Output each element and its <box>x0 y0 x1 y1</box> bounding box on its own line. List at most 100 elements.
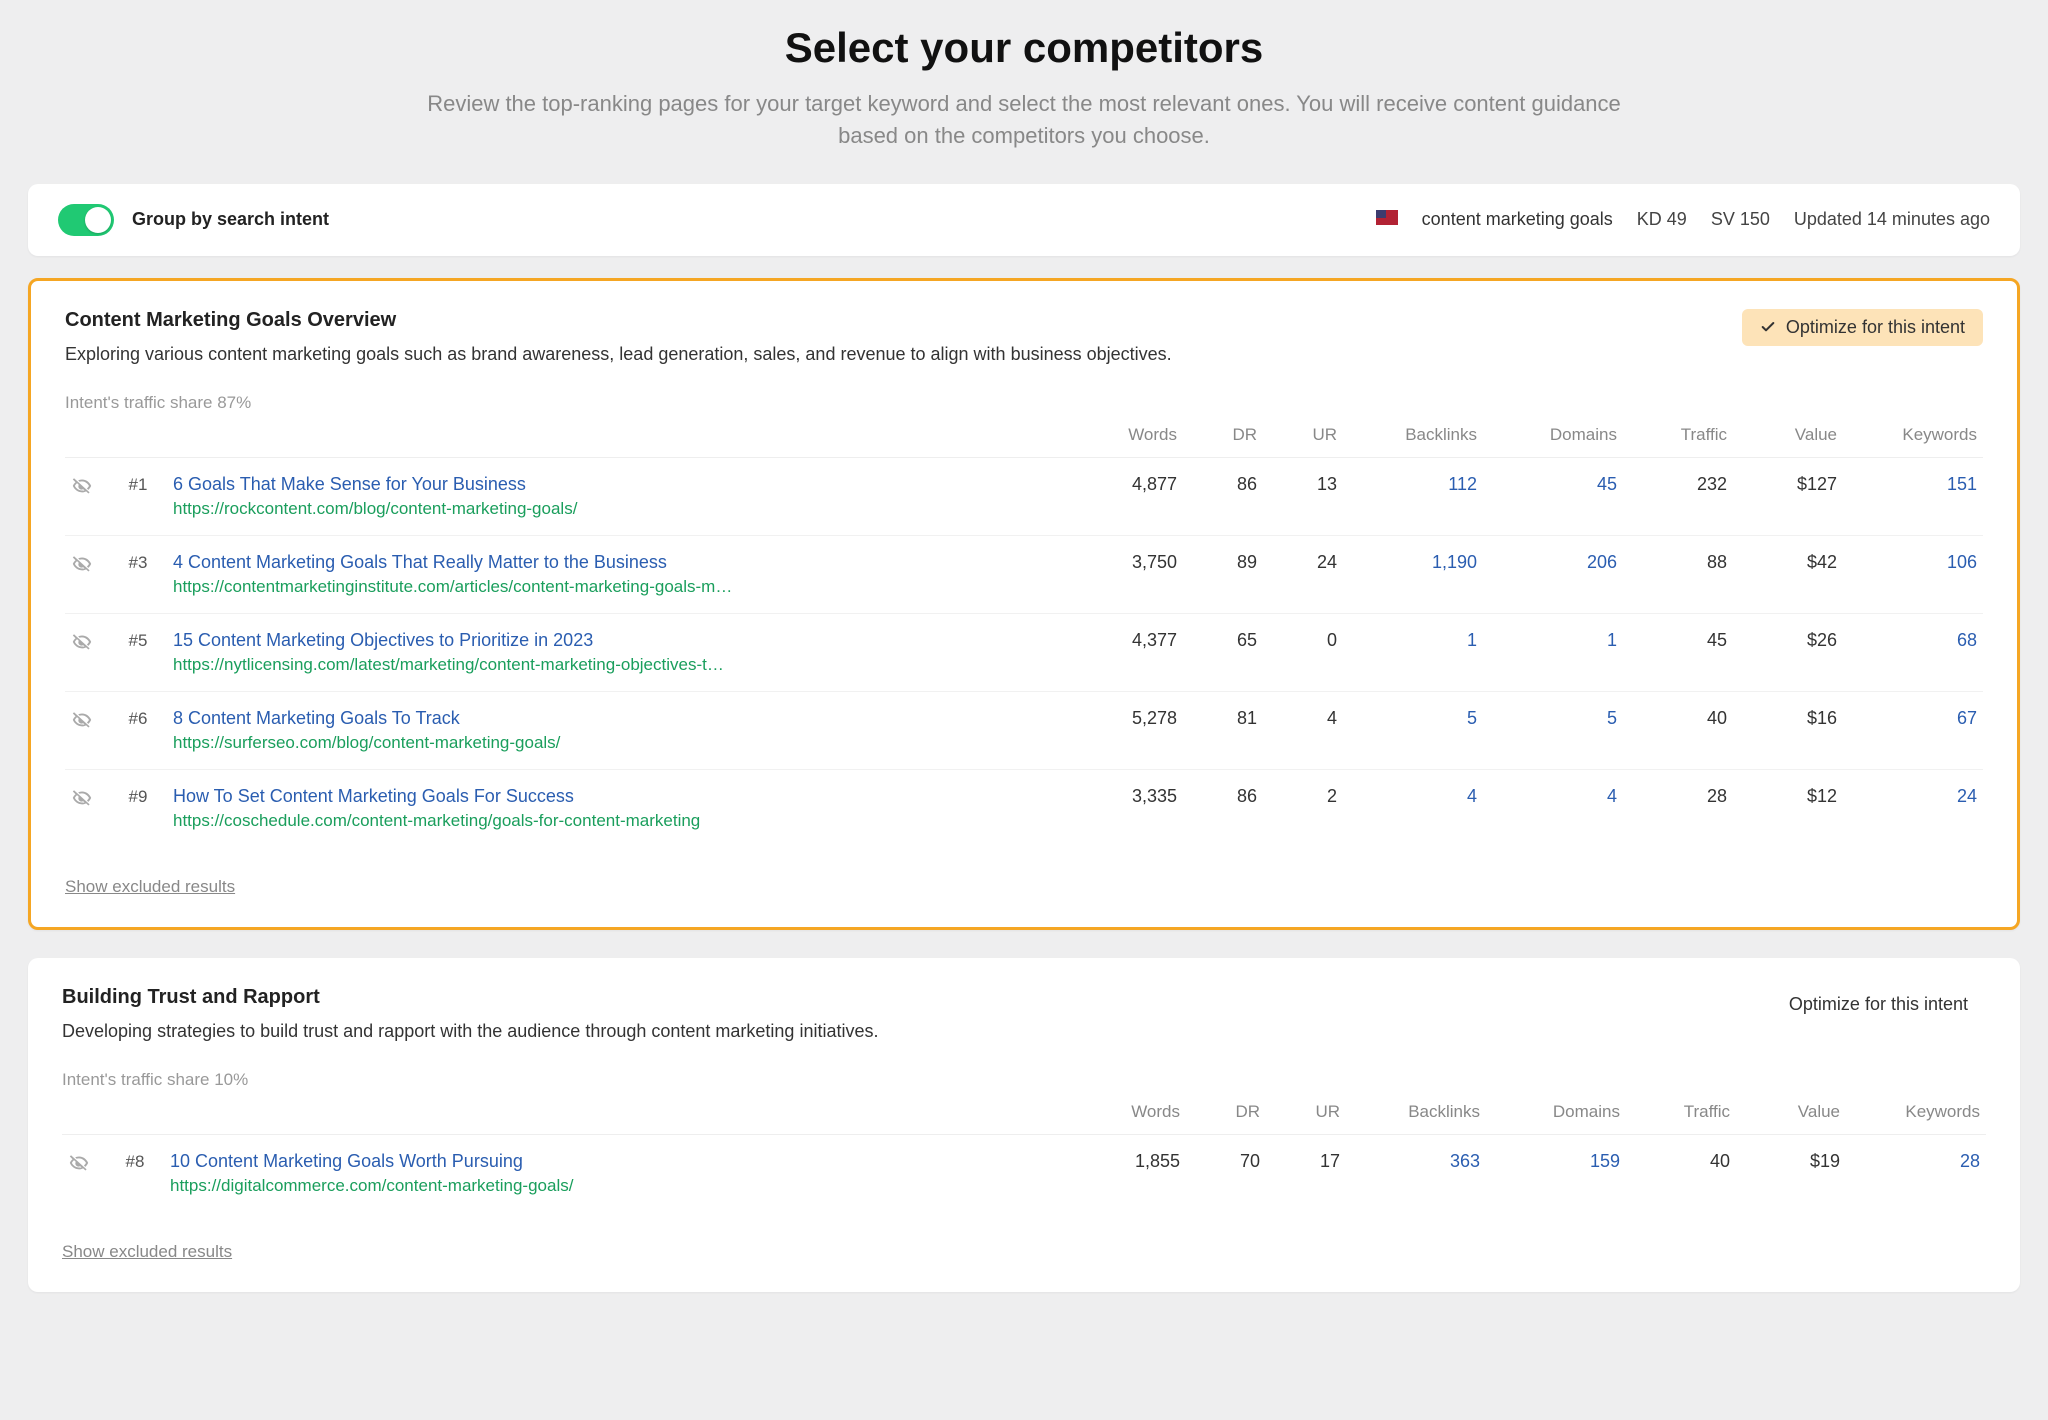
page-header: Select your competitors Review the top-r… <box>28 0 2020 184</box>
table-row: #8 10 Content Marketing Goals Worth Purs… <box>62 1135 1986 1213</box>
col-value[interactable]: Value <box>1733 425 1843 458</box>
table-row: #3 4 Content Marketing Goals That Really… <box>65 535 1983 613</box>
col-backlinks[interactable]: Backlinks <box>1343 425 1483 458</box>
cell-words: 4,877 <box>1073 457 1183 535</box>
cell-dr: 65 <box>1183 613 1263 691</box>
optimize-button-label: Optimize for this intent <box>1786 317 1965 338</box>
cell-words: 3,750 <box>1073 535 1183 613</box>
cell-ur: 4 <box>1263 691 1343 769</box>
traffic-share-label: Intent's traffic share 87% <box>65 393 1983 413</box>
cell-ur: 17 <box>1266 1135 1346 1213</box>
cell-value: $12 <box>1733 769 1843 847</box>
col-page <box>164 1102 1076 1135</box>
show-excluded-link[interactable]: Show excluded results <box>65 877 235 897</box>
cell-words: 3,335 <box>1073 769 1183 847</box>
col-value[interactable]: Value <box>1736 1102 1846 1135</box>
cell-backlinks[interactable]: 363 <box>1346 1135 1486 1213</box>
col-dr[interactable]: DR <box>1183 425 1263 458</box>
result-title-link[interactable]: How To Set Content Marketing Goals For S… <box>173 786 1067 807</box>
cell-traffic: 232 <box>1623 457 1733 535</box>
cell-domains[interactable]: 45 <box>1483 457 1623 535</box>
cell-keywords[interactable]: 106 <box>1843 535 1983 613</box>
hide-result-icon[interactable] <box>71 630 93 652</box>
cell-value: $42 <box>1733 535 1843 613</box>
kd-metric: KD 49 <box>1637 209 1687 230</box>
cell-domains[interactable]: 4 <box>1483 769 1623 847</box>
hide-result-icon[interactable] <box>71 474 93 496</box>
cell-value: $16 <box>1733 691 1843 769</box>
cell-keywords[interactable]: 28 <box>1846 1135 1986 1213</box>
col-ur[interactable]: UR <box>1266 1102 1346 1135</box>
cell-traffic: 45 <box>1623 613 1733 691</box>
col-backlinks[interactable]: Backlinks <box>1346 1102 1486 1135</box>
optimize-for-intent-button[interactable]: Optimize for this intent <box>1771 986 1986 1023</box>
cell-backlinks[interactable]: 1 <box>1343 613 1483 691</box>
col-page <box>167 425 1073 458</box>
toolbar: Group by search intent content marketing… <box>28 184 2020 256</box>
country-flag-us <box>1376 209 1398 230</box>
cell-traffic: 40 <box>1626 1135 1736 1213</box>
target-keyword: content marketing goals <box>1422 209 1613 230</box>
result-title-link[interactable]: 8 Content Marketing Goals To Track <box>173 708 1067 729</box>
intent-description: Developing strategies to build trust and… <box>62 1019 878 1044</box>
cell-backlinks[interactable]: 112 <box>1343 457 1483 535</box>
cell-dr: 89 <box>1183 535 1263 613</box>
optimize-for-intent-button[interactable]: Optimize for this intent <box>1742 309 1983 346</box>
col-dr[interactable]: DR <box>1186 1102 1266 1135</box>
result-title-link[interactable]: 4 Content Marketing Goals That Really Ma… <box>173 552 1067 573</box>
col-domains[interactable]: Domains <box>1486 1102 1626 1135</box>
group-by-intent-label: Group by search intent <box>132 209 329 230</box>
col-keywords[interactable]: Keywords <box>1843 425 1983 458</box>
traffic-share-label: Intent's traffic share 10% <box>62 1070 1986 1090</box>
hide-result-icon[interactable] <box>71 552 93 574</box>
cell-domains[interactable]: 1 <box>1483 613 1623 691</box>
col-ur[interactable]: UR <box>1263 425 1343 458</box>
cell-domains[interactable]: 159 <box>1486 1135 1626 1213</box>
cell-backlinks[interactable]: 1,190 <box>1343 535 1483 613</box>
results-table: Words DR UR Backlinks Domains Traffic Va… <box>62 1102 1986 1212</box>
result-url[interactable]: https://nytlicensing.com/latest/marketin… <box>173 655 893 675</box>
result-url[interactable]: https://contentmarketinginstitute.com/ar… <box>173 577 893 597</box>
col-traffic[interactable]: Traffic <box>1626 1102 1736 1135</box>
hide-result-icon[interactable] <box>68 1151 90 1173</box>
col-domains[interactable]: Domains <box>1483 425 1623 458</box>
show-excluded-link[interactable]: Show excluded results <box>62 1242 232 1262</box>
result-url[interactable]: https://coschedule.com/content-marketing… <box>173 811 893 831</box>
table-row: #9 How To Set Content Marketing Goals Fo… <box>65 769 1983 847</box>
result-title-link[interactable]: 10 Content Marketing Goals Worth Pursuin… <box>170 1151 1070 1172</box>
cell-words: 5,278 <box>1073 691 1183 769</box>
col-keywords[interactable]: Keywords <box>1846 1102 1986 1135</box>
cell-keywords[interactable]: 151 <box>1843 457 1983 535</box>
hide-result-icon[interactable] <box>71 708 93 730</box>
intent-description: Exploring various content marketing goal… <box>65 342 1172 367</box>
group-by-intent-toggle[interactable] <box>58 204 114 236</box>
rank-label: #9 <box>129 787 148 806</box>
rank-label: #5 <box>129 631 148 650</box>
page-subtitle: Review the top-ranking pages for your ta… <box>424 88 1624 152</box>
cell-backlinks[interactable]: 5 <box>1343 691 1483 769</box>
cell-domains[interactable]: 5 <box>1483 691 1623 769</box>
check-icon <box>1760 319 1776 335</box>
cell-keywords[interactable]: 68 <box>1843 613 1983 691</box>
intent-title: Content Marketing Goals Overview <box>65 309 1172 332</box>
hide-result-icon[interactable] <box>71 786 93 808</box>
rank-label: #1 <box>129 475 148 494</box>
cell-dr: 70 <box>1186 1135 1266 1213</box>
flag-us-icon <box>1376 210 1398 225</box>
sv-metric: SV 150 <box>1711 209 1770 230</box>
result-title-link[interactable]: 15 Content Marketing Objectives to Prior… <box>173 630 1067 651</box>
col-words[interactable]: Words <box>1073 425 1183 458</box>
result-title-link[interactable]: 6 Goals That Make Sense for Your Busines… <box>173 474 1067 495</box>
cell-backlinks[interactable]: 4 <box>1343 769 1483 847</box>
cell-domains[interactable]: 206 <box>1483 535 1623 613</box>
result-url[interactable]: https://digitalcommerce.com/content-mark… <box>170 1176 890 1196</box>
cell-words: 4,377 <box>1073 613 1183 691</box>
cell-ur: 0 <box>1263 613 1343 691</box>
result-url[interactable]: https://rockcontent.com/blog/content-mar… <box>173 499 893 519</box>
cell-dr: 86 <box>1183 769 1263 847</box>
col-traffic[interactable]: Traffic <box>1623 425 1733 458</box>
cell-keywords[interactable]: 24 <box>1843 769 1983 847</box>
cell-keywords[interactable]: 67 <box>1843 691 1983 769</box>
result-url[interactable]: https://surferseo.com/blog/content-marke… <box>173 733 893 753</box>
col-words[interactable]: Words <box>1076 1102 1186 1135</box>
